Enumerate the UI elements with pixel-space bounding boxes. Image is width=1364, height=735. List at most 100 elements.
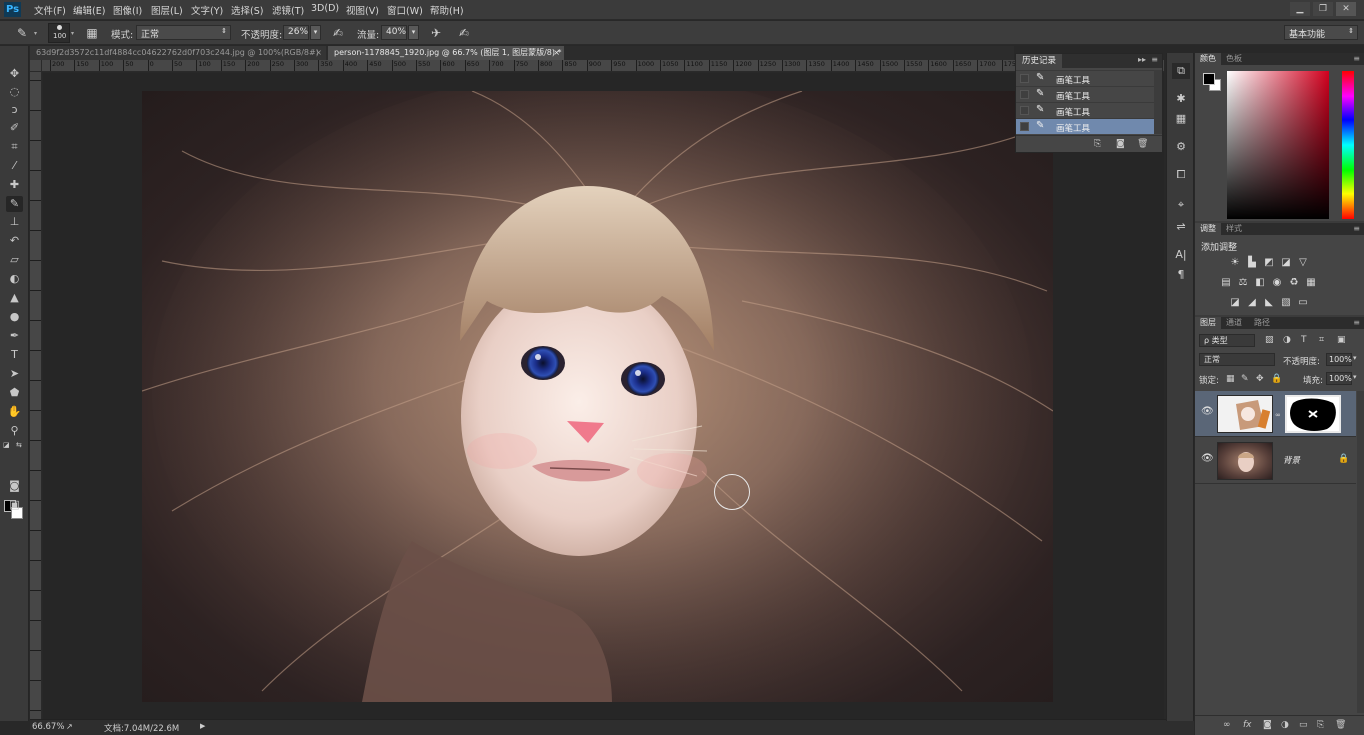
brush-presets-icon[interactable]: ▦	[1172, 111, 1190, 127]
zoom-tool-icon[interactable]: ⚲	[6, 423, 23, 439]
clone-source-icon[interactable]: ⧠	[1172, 167, 1190, 183]
posterize-icon[interactable]: ◢	[1246, 297, 1258, 309]
channel-mixer-icon[interactable]: ♻	[1288, 277, 1300, 289]
levels-icon[interactable]: ▙	[1246, 257, 1258, 269]
tab-styles[interactable]: 样式	[1221, 223, 1247, 235]
selective-color-icon[interactable]: ▧	[1280, 297, 1292, 309]
layer-filter-select[interactable]: ρ 类型	[1199, 334, 1255, 347]
filter-adjustment-icon[interactable]: ◑	[1283, 335, 1291, 345]
mask-link-icon[interactable]: ∞	[1275, 411, 1281, 419]
layer-style-fx-icon[interactable]: fx	[1243, 720, 1252, 730]
tab-swatches[interactable]: 色板	[1221, 53, 1247, 65]
fill-dropdown-icon[interactable]: ▾	[1353, 373, 1357, 381]
layers-scrollbar[interactable]	[1357, 391, 1364, 713]
quick-mask-icon[interactable]: ◙	[6, 478, 23, 494]
menu-image[interactable]: 图像(I)	[113, 3, 142, 17]
tab-adjustments[interactable]: 调整	[1195, 223, 1221, 235]
brush-tool-icon[interactable]: ✎	[6, 196, 23, 212]
visibility-eye-icon[interactable]: 👁	[1201, 453, 1214, 464]
brush-picker-dropdown-icon[interactable]: ▾	[71, 30, 74, 37]
pressure-opacity-icon[interactable]: ✍	[330, 25, 346, 41]
layer-name[interactable]: 背景	[1283, 454, 1300, 466]
flow-dropdown-icon[interactable]: ▾	[408, 25, 419, 40]
horizontal-ruler[interactable]: 200 150 100 50 0 50 100 150 200 250 300 350 400 450 50…	[42, 60, 1164, 72]
layer-comps-icon[interactable]: ⇌	[1172, 219, 1190, 235]
new-document-from-state-icon[interactable]: ⎘	[1094, 139, 1101, 149]
move-tool-icon[interactable]: ✥	[6, 66, 23, 82]
dodge-tool-icon[interactable]: ●	[6, 309, 23, 325]
filter-type-icon[interactable]: T	[1301, 335, 1307, 345]
history-brush-tool-icon[interactable]: ↶	[6, 233, 23, 249]
layer-thumbnail[interactable]	[1217, 395, 1273, 433]
workspace-select[interactable]: 基本功能 ⇕	[1284, 25, 1358, 40]
history-source-toggle[interactable]	[1020, 106, 1029, 115]
document-tab-2[interactable]: person-1178845_1920.jpg @ 66.7% (图层 1, 图…	[328, 46, 564, 60]
color-balance-icon[interactable]: ⚖	[1237, 277, 1249, 289]
menu-help[interactable]: 帮助(H)	[430, 3, 464, 17]
ruler-origin[interactable]	[30, 60, 42, 72]
export-icon[interactable]: ↗	[66, 722, 73, 731]
pen-tool-icon[interactable]: ✒	[6, 328, 23, 344]
menu-filter[interactable]: 滤镜(T)	[272, 3, 304, 17]
history-scrollbar[interactable]	[1154, 70, 1162, 134]
black-white-icon[interactable]: ◧	[1254, 277, 1266, 289]
tab-close-icon[interactable]: ×	[315, 46, 322, 60]
maximize-button[interactable]: ❐	[1313, 2, 1333, 16]
vibrance-icon[interactable]: ▽	[1297, 257, 1309, 269]
history-state[interactable]: ✎ 画笔工具	[1016, 102, 1162, 118]
close-button[interactable]: ✕	[1336, 2, 1356, 16]
history-state[interactable]: ✎ 画笔工具	[1016, 70, 1162, 86]
tab-channels[interactable]: 通道	[1221, 317, 1247, 329]
brightness-contrast-icon[interactable]: ☀	[1229, 257, 1241, 269]
menu-file[interactable]: 文件(F)	[34, 3, 66, 17]
vertical-ruler[interactable]	[30, 72, 42, 719]
new-adjustment-layer-icon[interactable]: ◑	[1281, 720, 1289, 730]
type-tool-icon[interactable]: T	[6, 347, 23, 363]
menu-layer[interactable]: 图层(L)	[151, 3, 183, 17]
new-layer-icon[interactable]: ⎘	[1317, 720, 1324, 730]
filter-shape-icon[interactable]: ⌗	[1319, 335, 1324, 345]
marquee-tool-icon[interactable]: ◌	[6, 84, 23, 100]
color-spectrum-field[interactable]	[1227, 71, 1329, 219]
layer-opacity-input[interactable]: 100%	[1326, 353, 1352, 366]
flow-input[interactable]: 40%	[381, 25, 407, 40]
menu-select[interactable]: 选择(S)	[231, 3, 263, 17]
history-source-toggle[interactable]	[1020, 74, 1029, 83]
default-colors-icon[interactable]: ◪	[3, 441, 10, 449]
menu-type[interactable]: 文字(Y)	[191, 3, 223, 17]
tab-history[interactable]: 历史记录	[1016, 54, 1063, 68]
eyedropper-tool-icon[interactable]: ⁄	[6, 158, 23, 174]
panel-menu-icon[interactable]: ≡	[1353, 223, 1360, 235]
layer-row-layer1[interactable]: 👁 ∞	[1195, 391, 1356, 437]
tab-color[interactable]: 颜色	[1195, 53, 1221, 65]
healing-brush-tool-icon[interactable]: ✚	[6, 177, 23, 193]
filter-pixel-icon[interactable]: ▨	[1265, 335, 1274, 345]
threshold-icon[interactable]: ◣	[1263, 297, 1275, 309]
clone-stamp-tool-icon[interactable]: ⊥	[6, 214, 23, 230]
brush-settings-icon[interactable]: ✱	[1172, 91, 1190, 107]
tab-close-icon[interactable]: ×	[553, 46, 560, 60]
properties-icon[interactable]: ⚙	[1172, 139, 1190, 155]
eraser-tool-icon[interactable]: ▱	[6, 252, 23, 268]
blur-tool-icon[interactable]: ▲	[6, 290, 23, 306]
foreground-color-swatch[interactable]	[1203, 73, 1215, 85]
document-tab-1[interactable]: 63d9f2d3572c11df4884cc04622762d0f703c244…	[30, 46, 326, 60]
filter-smart-object-icon[interactable]: ▣	[1337, 335, 1346, 345]
shape-tool-icon[interactable]: ⬟	[6, 385, 23, 401]
new-snapshot-icon[interactable]: ◙	[1116, 139, 1125, 149]
photo-filter-icon[interactable]: ◉	[1271, 277, 1283, 289]
canvas-area[interactable]	[43, 73, 1164, 719]
document-image[interactable]	[142, 91, 1053, 702]
layer-mask-thumbnail[interactable]	[1285, 395, 1341, 433]
hue-saturation-icon[interactable]: ▤	[1220, 277, 1232, 289]
blend-mode-select[interactable]: 正常	[1199, 353, 1275, 366]
tool-presets-icon[interactable]: ⌖	[1172, 197, 1190, 213]
gradient-map-icon[interactable]: ▭	[1297, 297, 1309, 309]
hand-tool-icon[interactable]: ✋	[6, 404, 23, 420]
history-state[interactable]: ✎ 画笔工具	[1016, 86, 1162, 102]
preset-dropdown-icon[interactable]: ▾	[34, 30, 37, 37]
menu-3d[interactable]: 3D(D)	[311, 3, 339, 14]
panel-menu-icon[interactable]: ≡	[1151, 55, 1158, 64]
add-mask-icon[interactable]: ◙	[1263, 720, 1272, 730]
opacity-input[interactable]: 26%	[283, 25, 309, 40]
